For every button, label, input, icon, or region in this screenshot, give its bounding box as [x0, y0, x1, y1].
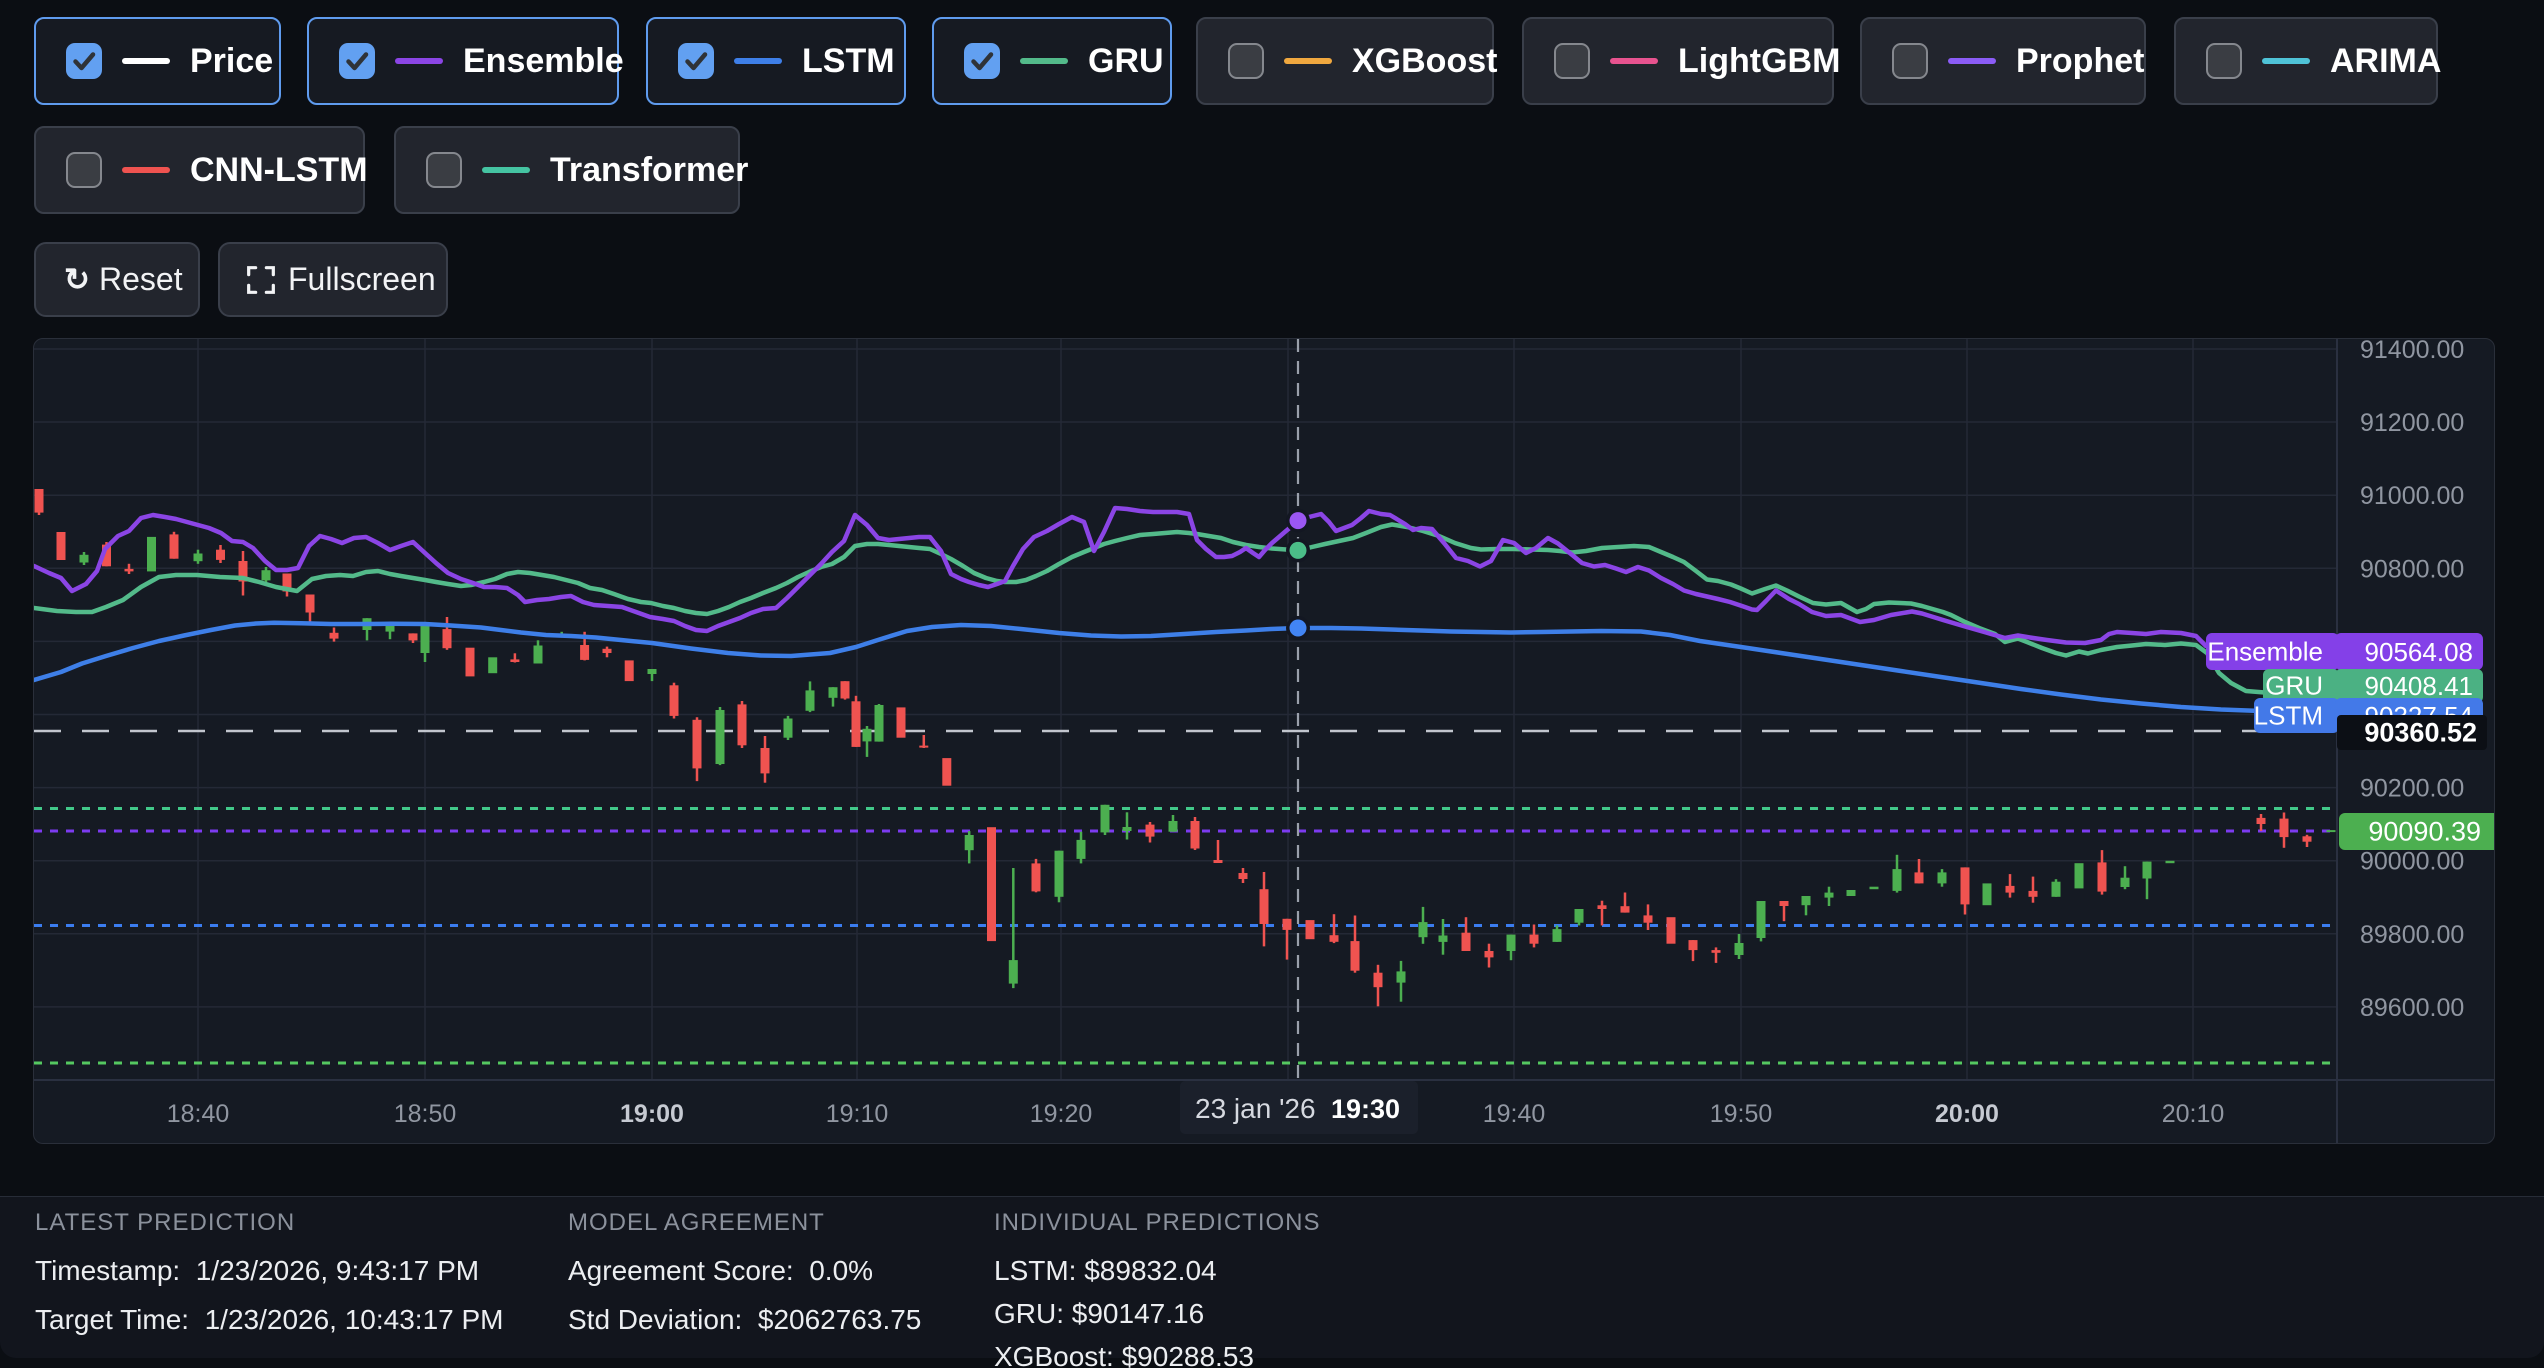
- svg-text:GRU: GRU: [2265, 671, 2323, 701]
- svg-text:89800.00: 89800.00: [2360, 921, 2464, 949]
- svg-text:91200.00: 91200.00: [2360, 409, 2464, 437]
- svg-text:20:00: 20:00: [1935, 1100, 1999, 1128]
- svg-text:90090.39: 90090.39: [2368, 817, 2481, 847]
- svg-text:18:40: 18:40: [167, 1100, 230, 1128]
- svg-text:19:50: 19:50: [1710, 1100, 1773, 1128]
- svg-text:18:50: 18:50: [394, 1100, 457, 1128]
- svg-text:20:10: 20:10: [2162, 1100, 2225, 1128]
- svg-text:19:10: 19:10: [826, 1100, 889, 1128]
- svg-text:91000.00: 91000.00: [2360, 482, 2464, 510]
- svg-text:90000.00: 90000.00: [2360, 848, 2464, 876]
- svg-text:19:00: 19:00: [620, 1100, 684, 1128]
- svg-text:19:40: 19:40: [1483, 1100, 1546, 1128]
- svg-text:LSTM: LSTM: [2254, 701, 2323, 731]
- svg-text:90200.00: 90200.00: [2360, 775, 2464, 803]
- svg-text:90408.41: 90408.41: [2365, 671, 2473, 701]
- svg-text:89600.00: 89600.00: [2360, 994, 2464, 1022]
- svg-text:23 jan '26: 23 jan '26: [1195, 1093, 1316, 1124]
- svg-text:90360.52: 90360.52: [2364, 718, 2477, 748]
- svg-text:19:20: 19:20: [1030, 1100, 1093, 1128]
- svg-text:Ensemble: Ensemble: [2207, 637, 2323, 667]
- svg-text:91400.00: 91400.00: [2360, 339, 2464, 364]
- svg-text:19:30: 19:30: [1331, 1094, 1400, 1124]
- svg-text:90564.08: 90564.08: [2365, 637, 2473, 667]
- svg-text:90800.00: 90800.00: [2360, 555, 2464, 583]
